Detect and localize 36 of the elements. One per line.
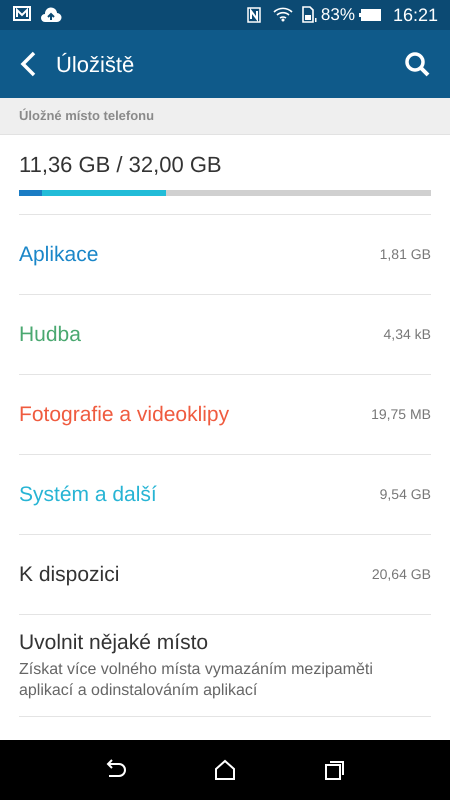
- recents-icon: [323, 758, 347, 782]
- category-label: Systém a další: [19, 482, 157, 508]
- storage-category-row[interactable]: Fotografie a videoklipy 19,75 MB: [19, 375, 431, 455]
- category-size: 4,34 kB: [384, 325, 431, 344]
- cloud-upload-icon: [40, 7, 62, 23]
- category-size: 1,81 GB: [380, 245, 431, 264]
- category-label: Aplikace: [19, 242, 98, 268]
- free-up-title: Uvolnit nějaké místo: [19, 630, 210, 656]
- search-button[interactable]: [404, 51, 430, 77]
- category-label: Fotografie a videoklipy: [19, 402, 230, 428]
- battery-percentage: 83%: [320, 4, 355, 26]
- category-size: 20,64 GB: [372, 565, 431, 584]
- category-size: 19,75 MB: [371, 405, 431, 424]
- storage-category-row[interactable]: Hudba 4,34 kB: [19, 295, 431, 375]
- free-up-description: Získat více volného místa vymazáním mezipaměti aplikací a odinstalováním aplikací: [19, 660, 374, 701]
- sim-icon: [300, 6, 317, 24]
- search-icon: [404, 51, 430, 77]
- clock: 16:21: [392, 4, 438, 26]
- section-title: Úložné místo telefonu: [19, 107, 154, 126]
- storage-used-total: 11,36 GB / 32,00 GB: [19, 154, 223, 176]
- free-up-space-row[interactable]: Uvolnit nějaké místo Získat více volného místa vymazáním mezipaměti aplikací a odinstalováním aplikací: [19, 615, 431, 717]
- back-icon: [20, 51, 36, 77]
- category-label: Hudba: [19, 322, 81, 348]
- storage-category-row[interactable]: Systém a další 9,54 GB: [19, 455, 431, 535]
- gallery-icon: [12, 6, 32, 24]
- storage-category-row[interactable]: Aplikace 1,81 GB: [19, 215, 431, 295]
- screen-title: Úložiště: [56, 50, 134, 78]
- battery-icon: [358, 9, 381, 21]
- home-button[interactable]: [213, 758, 237, 782]
- category-size: 9,54 GB: [380, 485, 431, 504]
- storage-category-row[interactable]: K dispozici 20,64 GB: [19, 535, 431, 615]
- nfc-icon: [246, 7, 261, 23]
- category-label: K dispozici: [19, 562, 120, 588]
- home-icon: [213, 758, 237, 782]
- wifi-icon: [272, 7, 293, 23]
- recents-button[interactable]: [323, 758, 347, 782]
